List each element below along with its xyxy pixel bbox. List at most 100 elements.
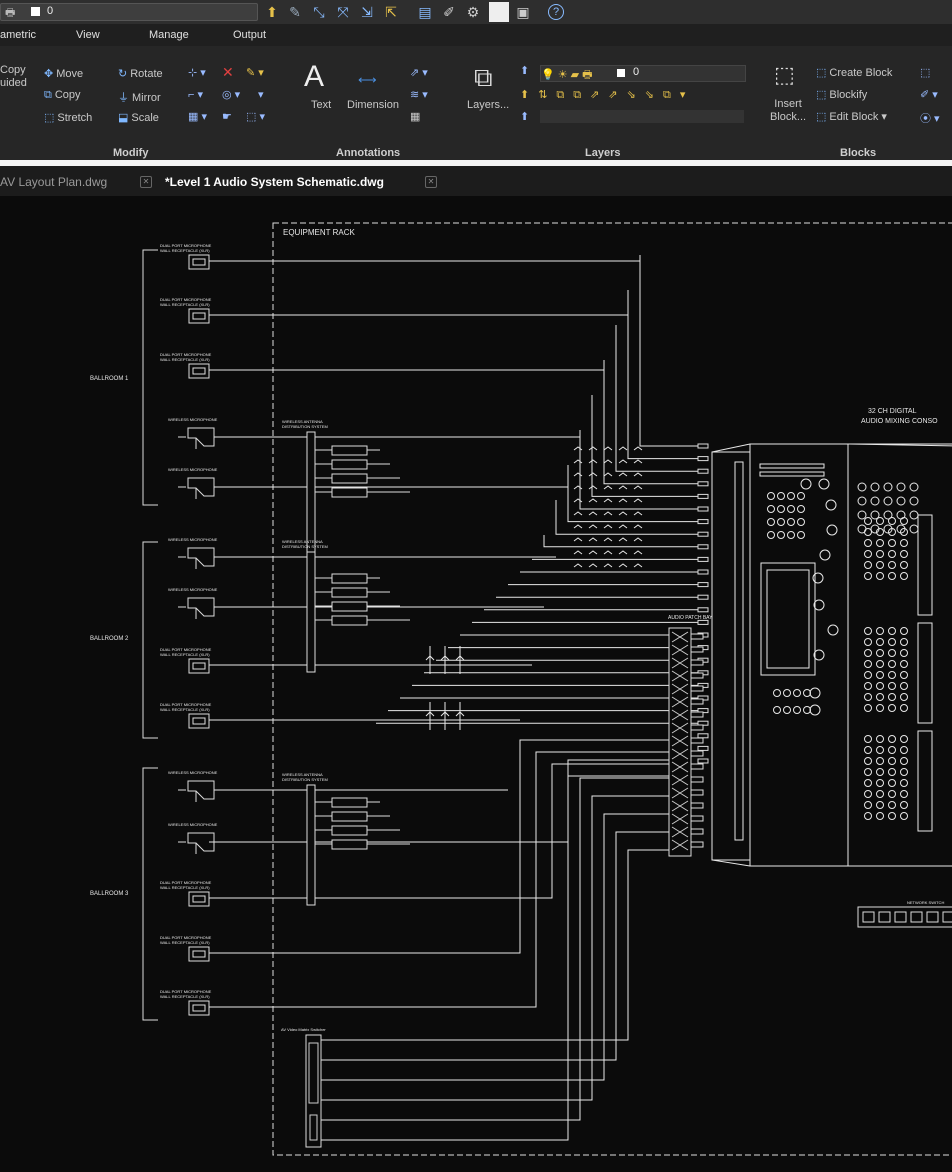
array-icon[interactable]: ◎ ▾: [222, 88, 240, 101]
layer-walk-icon[interactable]: ✎: [286, 3, 304, 21]
stretch-button[interactable]: ⬚ Stretch: [44, 111, 92, 124]
eraser-icon[interactable]: ✐: [440, 3, 458, 21]
svg-text:DISTRIBUTION SYSTEM: DISTRIBUTION SYSTEM: [282, 777, 328, 782]
svg-text:WALL RECEPTACLE (XLR): WALL RECEPTACLE (XLR): [160, 302, 210, 307]
text-icon[interactable]: A: [304, 60, 324, 94]
create-block-button[interactable]: ⬚ Create Block: [816, 66, 892, 79]
svg-text:WIRELESS MICROPHONE: WIRELESS MICROPHONE: [168, 822, 218, 827]
leader-icon[interactable]: ⇗ ▾: [410, 66, 428, 79]
break-icon[interactable]: ⬚ ▾: [246, 110, 265, 123]
quick-access-toolbar: 🖶 0 ⬆ ✎ ⤡ ⤧ ⇲ ⇱ ▤ ✐ ⚙ ▣ ?: [0, 0, 952, 25]
block-editor-icon[interactable]: ✐ ▾: [920, 88, 938, 101]
layer-state-icon[interactable]: ⬆: [520, 64, 529, 77]
layer-isolate-icon[interactable]: ⤡: [310, 3, 328, 21]
text-button[interactable]: Text: [311, 99, 331, 111]
dimension-button[interactable]: Dimension: [347, 99, 399, 111]
join-icon[interactable]: ☛: [222, 110, 232, 123]
fillet-icon[interactable]: ⌐ ▾: [188, 88, 203, 101]
svg-text:WIRELESS MICROPHONE: WIRELESS MICROPHONE: [168, 537, 218, 542]
scale-button[interactable]: ⬓ Scale: [118, 111, 159, 124]
move-label: Move: [56, 68, 84, 80]
svg-text:WIRELESS MICROPHONE: WIRELESS MICROPHONE: [168, 417, 218, 422]
svg-text:WALL RECEPTACLE (XLR): WALL RECEPTACLE (XLR): [160, 885, 210, 890]
edit-block-icon: ⬚: [816, 111, 827, 123]
patch-bay: [668, 627, 692, 857]
svg-text:WALL RECEPTACLE (XLR): WALL RECEPTACLE (XLR): [160, 707, 210, 712]
help-icon[interactable]: ?: [548, 4, 564, 20]
copy-guided-button[interactable]: Copy uided: [0, 64, 27, 90]
patch-bay-label: AUDIO PATCH BAY: [668, 615, 713, 621]
tab-av-layout-plan[interactable]: AV Layout Plan.dwg: [0, 175, 107, 189]
properties-icon[interactable]: ▤: [416, 3, 434, 21]
svg-text:WALL RECEPTACLE (XLR): WALL RECEPTACLE (XLR): [160, 248, 210, 253]
table-icon[interactable]: ▦: [410, 110, 420, 123]
tab-manage[interactable]: Manage: [149, 29, 189, 41]
close-tab-icon[interactable]: ✕: [140, 176, 152, 188]
console-label-line1: 32 CH DIGITAL: [868, 408, 917, 415]
svg-text:WIRELESS MICROPHONE: WIRELESS MICROPHONE: [168, 770, 218, 775]
layer-dropdown-value: 0: [47, 5, 54, 17]
table-style-icon[interactable]: ≋ ▾: [410, 88, 428, 101]
create-block-label: Create Block: [829, 67, 893, 79]
mirror-button[interactable]: ⏚ Mirror: [118, 89, 161, 105]
tab-audio-schematic[interactable]: *Level 1 Audio System Schematic.dwg: [165, 175, 384, 189]
tab-view[interactable]: View: [76, 29, 100, 41]
layer-dropdown[interactable]: 🖶 0: [0, 3, 258, 21]
dimension-icon[interactable]: ⟷: [358, 72, 377, 88]
block-attribute-icon[interactable]: ⬚: [920, 66, 930, 79]
copy-button[interactable]: ⧉ Copy: [44, 89, 81, 102]
layers-panel-title: Layers: [585, 147, 621, 159]
close-tab-icon[interactable]: ✕: [425, 176, 437, 188]
layer-properties-button[interactable]: Layers...: [467, 99, 509, 111]
ribbon-tabs: ametric View Manage Output: [0, 24, 952, 46]
layer-freeze-icon[interactable]: ⤧: [334, 3, 352, 21]
insert-block-icon[interactable]: ⬚: [774, 62, 795, 88]
ballroom-2-label: BALLROOM 2: [90, 636, 129, 642]
trim-icon[interactable]: ⊹ ▾: [188, 66, 206, 79]
layer-selector[interactable]: 💡 ☀ ▰ 🖶 0: [540, 65, 746, 82]
color-swatch-icon[interactable]: [489, 2, 509, 22]
tab-parametric[interactable]: ametric: [0, 29, 36, 41]
modify-panel-title: Modify: [113, 147, 149, 159]
offset-icon[interactable]: ▦ ▾: [188, 110, 207, 123]
more-modify-icon[interactable]: ▾: [258, 88, 264, 101]
move-button[interactable]: ✥ Move: [44, 67, 83, 80]
rotate-button[interactable]: ↻ Rotate: [118, 67, 163, 80]
layer-tools-icon[interactable]: ⬆⇅⧉⧉⇗⇗⇘⇘⧉▾: [520, 88, 694, 102]
layer-state-dropdown[interactable]: [540, 110, 744, 123]
block-palette-icon[interactable]: ⦿ ▾: [920, 110, 940, 126]
svg-text:WALL RECEPTACLE (XLR): WALL RECEPTACLE (XLR): [160, 357, 210, 362]
blockify-label: Blockify: [829, 89, 868, 101]
edit-block-label: Edit Block: [829, 111, 879, 123]
equipment-rack-label: EQUIPMENT RACK: [283, 228, 356, 237]
copy-icon: ⧉: [44, 89, 52, 101]
settings-gear-icon[interactable]: ⚙: [464, 3, 482, 21]
printer-icon: 🖶: [5, 7, 16, 19]
ballroom-1-label: BALLROOM 1: [90, 376, 129, 382]
blockify-button[interactable]: ⬚ Blockify: [816, 88, 867, 101]
svg-text:DISTRIBUTION SYSTEM: DISTRIBUTION SYSTEM: [282, 424, 328, 429]
insert-block-button[interactable]: Insert Block...: [770, 98, 806, 124]
layer-properties-icon[interactable]: ⧉: [474, 62, 493, 94]
copy-label: Copy: [54, 89, 81, 101]
drawing-canvas[interactable]: EQUIPMENT RACK BALLROOM 1 BALLROOM 2 BAL…: [0, 196, 952, 1172]
image-icon[interactable]: ▣: [514, 3, 532, 21]
layer-match-icon[interactable]: ⬆: [520, 110, 529, 123]
video-switcher-label: AV Video Matrix Switcher: [281, 1027, 326, 1032]
edit-block-button[interactable]: ⬚ Edit Block ▾: [816, 110, 887, 123]
stretch-label: Stretch: [57, 112, 93, 124]
blocks-panel-title: Blocks: [840, 147, 877, 159]
stretch-icon: ⬚: [44, 112, 55, 124]
layer-lock-icon[interactable]: ⇱: [382, 3, 400, 21]
explode-icon[interactable]: ✎ ▾: [246, 66, 264, 79]
schematic-drawing: EQUIPMENT RACK BALLROOM 1 BALLROOM 2 BAL…: [0, 196, 952, 1172]
svg-text:WIRELESS MICROPHONE: WIRELESS MICROPHONE: [168, 587, 218, 592]
ribbon: Copy uided ✥ Move ⧉ Copy ⬚ Stretch ↻ Rotate …: [0, 46, 952, 160]
match-layer-icon[interactable]: ⬆: [263, 3, 281, 21]
layer-off-icon[interactable]: ⇲: [358, 3, 376, 21]
blockify-icon: ⬚: [816, 89, 827, 101]
tab-output[interactable]: Output: [233, 29, 266, 41]
ballroom-3-label: BALLROOM 3: [90, 891, 129, 897]
annotations-panel-title: Annotations: [336, 147, 401, 159]
erase-icon[interactable]: ✕: [222, 64, 234, 81]
